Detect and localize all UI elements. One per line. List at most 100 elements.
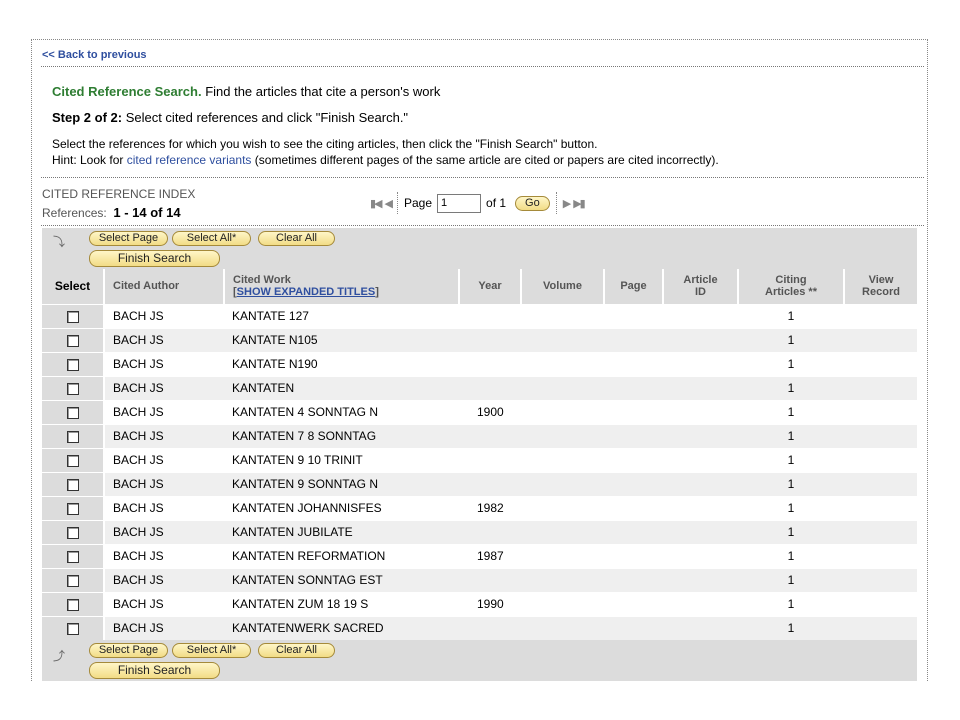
cited-author-cell: BACH JS (104, 471, 224, 496)
last-page-icon[interactable]: ▶▮ (573, 197, 585, 210)
view-record-cell (844, 567, 917, 592)
page-cell (604, 303, 663, 328)
cited-author-cell: BACH JS (104, 375, 224, 400)
header-line: Article (683, 274, 718, 287)
divider (41, 177, 924, 178)
first-page-icon[interactable]: ▮◀ (370, 197, 382, 210)
divider (396, 192, 398, 214)
cited-author-cell: BACH JS (104, 567, 224, 592)
select-page-button[interactable]: Select Page (89, 643, 168, 658)
select-checkbox[interactable] (66, 478, 79, 491)
selection-toolbar-bottom: ⤴ Select Page Select All* Clear All Fini… (42, 640, 917, 681)
selection-toolbar-top: ⤵ Select Page Select All* Clear All Fini… (42, 228, 917, 269)
hint-text: Hint: Look for cited reference variants … (52, 153, 719, 167)
citing-articles-cell: 1 (738, 543, 844, 568)
column-header-article-id[interactable]: Article ID (663, 269, 739, 304)
page-title: Cited Reference Search. Find the article… (52, 84, 440, 99)
cited-reference-variants-link[interactable]: cited reference variants (127, 153, 252, 167)
show-expanded-titles-link[interactable]: SHOW EXPANDED TITLES (237, 286, 376, 298)
finish-search-button[interactable]: Finish Search (89, 250, 220, 267)
select-checkbox-cell (42, 351, 105, 376)
select-checkbox[interactable] (66, 382, 79, 395)
header-line: View (868, 274, 894, 287)
cited-author-cell: BACH JS (104, 447, 224, 472)
volume-cell (521, 591, 604, 616)
cited-author-cell: BACH JS (104, 423, 224, 448)
table-row: BACH JS KANTATE N105 1 (42, 327, 917, 352)
go-button[interactable]: Go (515, 195, 550, 211)
select-checkbox[interactable] (66, 623, 79, 636)
cited-work-cell: KANTATE 127 (224, 303, 459, 328)
cited-work-cell: KANTATEN (224, 375, 459, 400)
page-of-label: of 1 (486, 196, 507, 210)
view-record-cell (844, 327, 917, 352)
volume-cell (521, 519, 604, 544)
select-checkbox[interactable] (66, 334, 79, 347)
article-id-cell (663, 351, 738, 376)
select-checkbox-cell (42, 375, 105, 400)
select-all-button[interactable]: Select All* (172, 231, 251, 246)
cited-author-cell: BACH JS (104, 351, 224, 376)
select-checkbox[interactable] (66, 598, 79, 611)
cited-author-cell: BACH JS (104, 519, 224, 544)
article-id-cell (663, 327, 738, 352)
select-checkbox[interactable] (66, 574, 79, 587)
clear-all-button[interactable]: Clear All (258, 643, 335, 658)
column-header-cited-work[interactable]: Cited Work [SHOW EXPANDED TITLES] (224, 269, 460, 304)
page-cell (604, 567, 663, 592)
select-checkbox-cell (42, 519, 105, 544)
column-header-page[interactable]: Page (604, 269, 664, 304)
page-cell (604, 543, 663, 568)
citing-articles-cell: 1 (738, 375, 844, 400)
year-cell: 1987 (459, 543, 521, 568)
select-all-button[interactable]: Select All* (172, 643, 251, 658)
article-id-cell (663, 567, 738, 592)
select-checkbox[interactable] (66, 550, 79, 563)
year-cell (459, 303, 521, 328)
clear-all-button[interactable]: Clear All (258, 231, 335, 246)
select-checkbox[interactable] (66, 406, 79, 419)
select-checkbox-cell (42, 447, 105, 472)
table-row: BACH JS KANTATEN 9 10 TRINIT 1 (42, 447, 917, 472)
citing-articles-cell: 1 (738, 327, 844, 352)
column-header-year[interactable]: Year (459, 269, 522, 304)
view-record-cell (844, 375, 917, 400)
cited-author-cell: BACH JS (104, 543, 224, 568)
select-checkbox[interactable] (66, 502, 79, 515)
prev-page-icon[interactable]: ◀ (385, 197, 394, 210)
back-to-previous-link[interactable]: << Back to previous (42, 49, 147, 61)
select-checkbox-cell (42, 471, 105, 496)
view-record-cell (844, 423, 917, 448)
column-header-cited-author[interactable]: Cited Author (104, 269, 225, 304)
results-frame: << Back to previous Cited Reference Sear… (31, 39, 928, 681)
view-record-cell (844, 615, 917, 640)
year-cell (459, 327, 521, 352)
page-cell (604, 351, 663, 376)
select-checkbox[interactable] (66, 526, 79, 539)
view-record-cell (844, 471, 917, 496)
select-checkbox[interactable] (66, 454, 79, 467)
page-cell (604, 615, 663, 640)
select-page-button[interactable]: Select Page (89, 231, 168, 246)
next-page-icon[interactable]: ▶ (563, 197, 572, 210)
column-header-volume[interactable]: Volume (521, 269, 605, 304)
select-checkbox[interactable] (66, 430, 79, 443)
select-checkbox[interactable] (66, 358, 79, 371)
page-number-input[interactable] (437, 193, 482, 213)
header-line: ID (695, 286, 706, 299)
volume-cell (521, 375, 604, 400)
article-id-cell (663, 375, 738, 400)
table-row: BACH JS KANTATEN REFORMATION 1987 1 (42, 543, 917, 568)
select-checkbox-cell (42, 567, 105, 592)
results-table: Select Cited Author Cited Work [SHOW EXP… (42, 269, 917, 640)
hint-prefix: Hint: Look for (52, 153, 127, 167)
page-cell (604, 495, 663, 520)
references-count: References: 1 - 14 of 14 (42, 205, 181, 220)
finish-search-button[interactable]: Finish Search (89, 662, 220, 679)
cited-author-cell: BACH JS (104, 615, 224, 640)
select-checkbox[interactable] (66, 310, 79, 323)
column-header-citing-articles[interactable]: Citing Articles ** (738, 269, 845, 304)
select-checkbox-cell (42, 327, 105, 352)
table-row: BACH JS KANTATEN 1 (42, 375, 917, 400)
article-id-cell (663, 471, 738, 496)
